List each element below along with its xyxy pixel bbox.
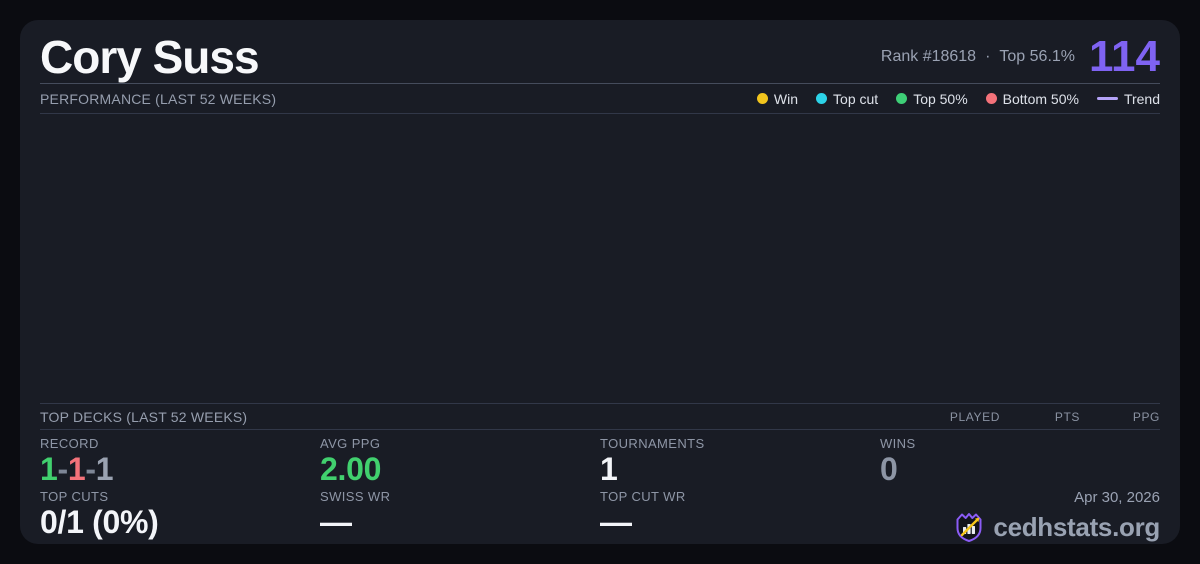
record-part: 1	[40, 451, 58, 487]
stat-label: RECORD	[40, 437, 320, 451]
rank-label: Rank #18618	[881, 48, 976, 66]
brand-name: cedhstats.org	[993, 514, 1160, 540]
legend-label: Top 50%	[913, 91, 967, 107]
legend-dot-icon	[896, 93, 907, 104]
rank-text: Rank #18618 · Top 56.1%	[881, 48, 1075, 66]
top-decks-column-ppg: PPG	[1080, 410, 1160, 424]
rank-group: Rank #18618 · Top 56.1% 114	[881, 35, 1160, 79]
stat-top-cuts: TOP CUTS 0/1 (0%)	[40, 490, 320, 544]
rank-separator: ·	[985, 48, 990, 66]
stat-top-cut-wr: TOP CUT WR —	[600, 490, 880, 544]
legend-label: Top cut	[833, 91, 878, 107]
stat-label: TOURNAMENTS	[600, 437, 880, 451]
record-part: -	[58, 451, 68, 487]
stats-grid: RECORD 1-1-1 AVG PPG 2.00 TOURNAMENTS 1 …	[40, 430, 1160, 544]
legend-item-win: Win	[757, 91, 798, 107]
record-part: -	[85, 451, 95, 487]
player-stats-card: Cory Suss Rank #18618 · Top 56.1% 114 PE…	[20, 20, 1180, 544]
stat-value: —	[600, 506, 880, 539]
legend-item-trend: Trend	[1097, 91, 1160, 107]
chart-legend: Win Top cut Top 50% Bottom 50% Trend	[757, 91, 1160, 107]
trend-line-swatch	[1097, 97, 1118, 100]
stat-swiss-wr: SWISS WR —	[320, 490, 600, 544]
legend-label: Bottom 50%	[1003, 91, 1079, 107]
footer-branding: Apr 30, 2026 cedhstats.org	[880, 490, 1160, 544]
legend-dot-icon	[757, 93, 768, 104]
player-score: 114	[1089, 35, 1160, 79]
top-decks-columns: PLAYEDPTSPPG	[920, 410, 1160, 424]
legend-dot-icon	[816, 93, 827, 104]
record-part: 1	[68, 451, 86, 487]
top-decks-header-row: TOP DECKS (LAST 52 WEEKS) PLAYEDPTSPPG	[40, 404, 1160, 430]
stat-record: RECORD 1-1-1	[40, 437, 320, 486]
stat-label: TOP CUT WR	[600, 490, 880, 504]
stat-label: SWISS WR	[320, 490, 600, 504]
player-name: Cory Suss	[40, 34, 259, 80]
stat-value: 0	[880, 453, 1160, 486]
stat-value: 1	[600, 453, 880, 486]
stat-value: 2.00	[320, 453, 600, 486]
top-decks-column-pts: PTS	[1000, 410, 1080, 424]
legend-label: Win	[774, 91, 798, 107]
stat-label: AVG PPG	[320, 437, 600, 451]
legend-item-bottom-50-: Bottom 50%	[986, 91, 1079, 107]
page-background: Cory Suss Rank #18618 · Top 56.1% 114 PE…	[0, 0, 1200, 564]
stat-wins: WINS 0	[880, 437, 1160, 486]
performance-header-row: PERFORMANCE (LAST 52 WEEKS) Win Top cut To…	[40, 84, 1160, 114]
top-decks-column-played: PLAYED	[920, 410, 1000, 424]
stat-value: 1-1-1	[40, 453, 320, 486]
performance-title: PERFORMANCE (LAST 52 WEEKS)	[40, 91, 276, 107]
stat-value: 0/1 (0%)	[40, 506, 320, 539]
stat-label: WINS	[880, 437, 1160, 451]
stat-tournaments: TOURNAMENTS 1	[600, 437, 880, 486]
performance-chart	[40, 114, 1160, 404]
stat-label: TOP CUTS	[40, 490, 320, 504]
record-part: 1	[96, 451, 114, 487]
card-header: Cory Suss Rank #18618 · Top 56.1% 114	[40, 20, 1160, 84]
top-decks-title: TOP DECKS (LAST 52 WEEKS)	[40, 409, 247, 425]
legend-label: Trend	[1124, 91, 1160, 107]
legend-dot-icon	[986, 93, 997, 104]
brand-row: cedhstats.org	[953, 510, 1160, 544]
top-percent-label: Top 56.1%	[999, 48, 1075, 66]
legend-item-top-cut: Top cut	[816, 91, 878, 107]
stat-avg-ppg: AVG PPG 2.00	[320, 437, 600, 486]
cedhstats-shield-chart-logo	[953, 510, 985, 544]
report-date: Apr 30, 2026	[1074, 490, 1160, 506]
legend-item-top-50-: Top 50%	[896, 91, 967, 107]
stat-value: —	[320, 506, 600, 539]
